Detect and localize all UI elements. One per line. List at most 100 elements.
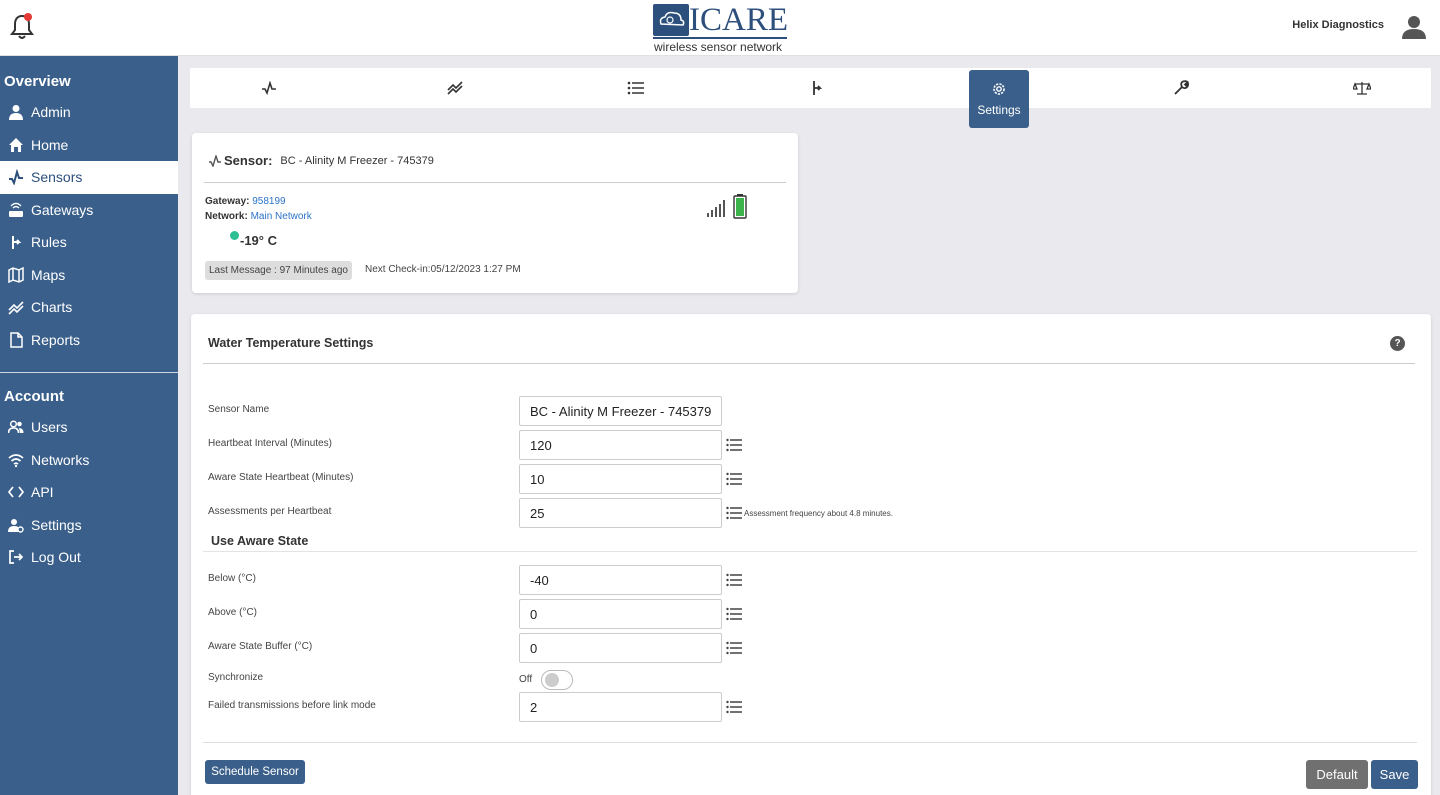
chart-icon [6,299,26,315]
tab-data-list[interactable] [606,68,666,108]
map-icon [6,266,26,283]
list-icon[interactable] [726,438,742,452]
sidebar-item-networks[interactable]: Networks [0,444,178,477]
logo-text: ICARE [689,2,788,38]
tab-settings[interactable]: Settings [969,70,1029,128]
icare-logo[interactable]: ICARE wireless sensor network [653,2,789,54]
sensor-name-row: Sensor Name [208,396,1408,426]
aware-heartbeat-input[interactable] [519,464,722,494]
tab-settings-label: Settings [977,103,1021,117]
field-label: Assessments per Heartbeat [208,506,332,517]
user-gear-icon [6,517,26,533]
sidebar-item-label: Maps [31,266,66,283]
scale-icon [1353,82,1371,95]
home-icon [6,137,26,153]
sidebar-item-users[interactable]: Users [0,411,178,444]
tab-overview[interactable] [239,68,299,108]
settings-title: Water Temperature Settings [208,336,374,350]
save-button[interactable]: Save [1371,760,1418,789]
sidebar-item-gateways[interactable]: Gateways [0,194,178,227]
gateway-label: Gateway: [205,196,250,207]
sensor-summary-card: Sensor: BC - Alinity M Freezer - 745379 … [192,133,798,293]
account-user-icon[interactable] [1401,14,1427,40]
gateway-icon [6,202,26,218]
above-input[interactable] [519,599,722,629]
sidebar-item-label: Sensors [31,169,83,186]
tab-rules[interactable] [786,68,846,108]
sidebar-item-admin[interactable]: Admin [0,96,178,129]
temperature-value: -19° C [240,233,277,248]
sidebar-item-settings[interactable]: Settings [0,509,178,542]
below-input[interactable] [519,565,722,595]
aware-divider [203,551,1417,552]
sensor-title: Sensor: BC - Alinity M Freezer - 745379 [208,153,434,168]
network-info: Network: Main Network [205,211,312,222]
sensor-pulse-icon [209,154,221,167]
sidebar-item-maps[interactable]: Maps [0,259,178,292]
sidebar-item-label: Networks [31,451,90,468]
sidebar-item-api[interactable]: API [0,476,178,509]
synchronize-toggle[interactable] [541,670,573,690]
network-label: Network: [205,211,248,222]
sidebar-item-reports[interactable]: Reports [0,324,178,357]
file-icon [6,332,26,348]
aware-buffer-input[interactable] [519,633,722,663]
sidebar-item-sensors[interactable]: Sensors [0,161,178,194]
next-checkin: Next Check-in:05/12/2023 1:27 PM [365,264,521,275]
logout-icon [6,549,26,565]
sidebar: Overview Admin Home Sensors Gateways Rul… [0,56,178,795]
sidebar-item-label: Home [31,136,69,153]
below-row: Below (°C) [208,565,1408,595]
top-header: ICARE wireless sensor network Helix Diag… [0,0,1440,56]
aware-buffer-row: Aware State Buffer (°C) [208,633,1408,663]
help-icon[interactable]: ? [1390,336,1405,351]
wrench-icon [1174,80,1189,95]
sidebar-item-label: Rules [31,234,67,251]
sensor-pulse-icon [6,169,26,186]
schedule-sensor-button[interactable]: Schedule Sensor [205,760,305,784]
sensor-name-input[interactable] [519,396,722,426]
rules-icon [6,234,26,250]
status-dot [230,231,239,240]
gateway-info: Gateway: 958199 [205,196,286,207]
sidebar-item-label: Charts [31,299,73,316]
assessments-input[interactable] [519,498,722,528]
sidebar-item-rules[interactable]: Rules [0,226,178,259]
default-button[interactable]: Default [1306,760,1368,789]
last-message-badge: Last Message : 97 Minutes ago [205,261,352,280]
list-icon [627,81,644,95]
tab-history[interactable] [425,68,485,108]
list-icon[interactable] [726,573,742,587]
synchronize-row: Synchronize Off [208,670,808,692]
list-icon[interactable] [726,472,742,486]
notification-bell-icon[interactable] [10,12,36,40]
gateway-link[interactable]: 958199 [252,196,285,207]
rules-icon [813,81,822,95]
list-icon[interactable] [726,607,742,621]
list-icon[interactable] [726,700,742,714]
list-icon[interactable] [726,641,742,655]
network-link[interactable]: Main Network [251,211,312,222]
sidebar-item-label: Reports [31,331,81,348]
sidebar-item-label: API [31,484,54,501]
pulse-icon [262,81,276,95]
sidebar-item-logout[interactable]: Log Out [0,541,178,574]
actions-divider [203,742,1417,743]
tab-tools[interactable] [1151,68,1211,108]
failed-transmissions-input[interactable] [519,692,722,722]
sidebar-item-charts[interactable]: Charts [0,291,178,324]
temperature-reading: -19° C [230,229,277,248]
assessment-frequency-note: Assessment frequency about 4.8 minutes. [744,509,893,518]
organization-name[interactable]: Helix Diagnostics [1292,19,1384,31]
tab-calibrate[interactable] [1332,68,1392,108]
gear-icon [993,83,1005,95]
sidebar-item-home[interactable]: Home [0,129,178,162]
field-label: Sensor Name [208,404,270,415]
list-icon[interactable] [726,506,742,520]
chart-line-icon [447,81,463,95]
user-icon [6,104,26,121]
sensor-label: Sensor: [224,153,273,168]
toggle-knob [545,673,559,687]
heartbeat-interval-input[interactable] [519,430,722,460]
field-label: Below (°C) [208,573,256,584]
